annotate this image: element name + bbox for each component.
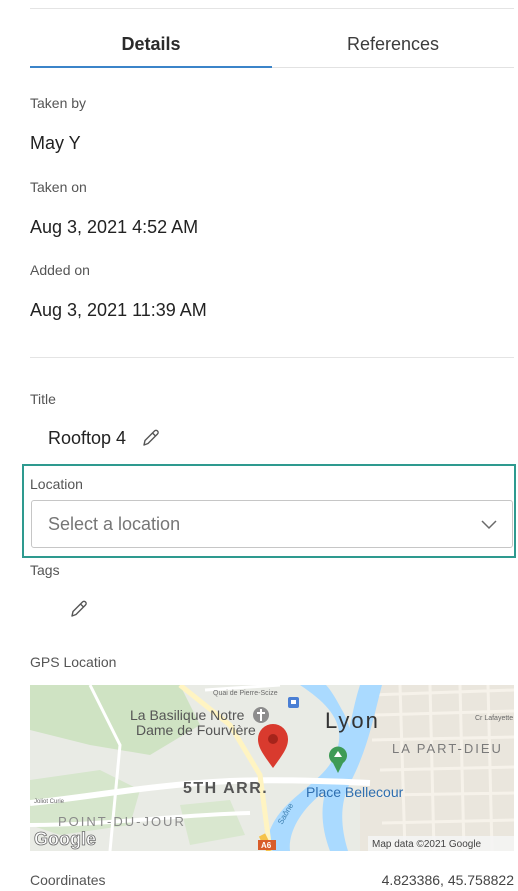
gps-map[interactable]: Quai de Pierre-Scize La Basilique Notre … xyxy=(30,685,514,851)
edit-title-pencil-icon[interactable] xyxy=(140,427,162,449)
map-label-lafayette: Cr Lafayette xyxy=(475,715,513,722)
map-label-a6: A6 xyxy=(261,841,272,850)
church-poi-icon xyxy=(253,707,269,723)
coordinates-value: 4.823386, 45.758822 xyxy=(381,872,514,888)
taken-by-label: Taken by xyxy=(30,95,87,111)
map-label-lyon: Lyon xyxy=(325,708,380,733)
gps-location-label: GPS Location xyxy=(30,654,117,670)
map-attribution: Map data ©2021 Google xyxy=(372,839,482,850)
chevron-down-icon xyxy=(481,520,497,530)
google-logo: Google xyxy=(34,829,96,849)
taken-on-label: Taken on xyxy=(30,179,87,195)
map-label-fourviere: Dame de Fourvière xyxy=(136,722,256,738)
map-label-quai: Quai de Pierre-Scize xyxy=(213,690,278,697)
title-row: Rooftop 4 xyxy=(48,427,162,449)
added-on-label: Added on xyxy=(30,262,90,278)
tab-details[interactable]: Details xyxy=(30,24,272,68)
edit-tags-pencil-icon[interactable] xyxy=(68,598,90,620)
tab-bar: Details References xyxy=(30,24,514,68)
title-label: Title xyxy=(30,391,56,407)
tags-label: Tags xyxy=(30,562,60,578)
location-label: Location xyxy=(30,476,83,492)
coordinates-label: Coordinates xyxy=(30,872,106,888)
map-label-5th-arr: 5TH ARR. xyxy=(183,780,268,797)
taken-by-value: May Y xyxy=(30,133,81,153)
location-placeholder: Select a location xyxy=(48,514,181,534)
map-label-joliot-curie: Joliot Curie xyxy=(34,799,65,805)
location-select[interactable]: Select a location xyxy=(31,500,513,548)
transit-poi-icon xyxy=(288,697,299,708)
title-value: Rooftop 4 xyxy=(48,427,127,448)
tab-references[interactable]: References xyxy=(272,24,514,67)
map-label-point-du-jour: POINT-DU-JOUR xyxy=(58,814,186,829)
taken-on-value: Aug 3, 2021 4:52 AM xyxy=(30,217,199,237)
section-divider xyxy=(30,357,514,358)
map-label-bellecour: Place Bellecour xyxy=(306,784,404,800)
map-label-part-dieu: LA PART-DIEU xyxy=(392,741,503,756)
added-on-value: Aug 3, 2021 11:39 AM xyxy=(30,300,207,320)
map-label-basilique: La Basilique Notre xyxy=(130,707,245,723)
top-divider xyxy=(30,8,514,9)
